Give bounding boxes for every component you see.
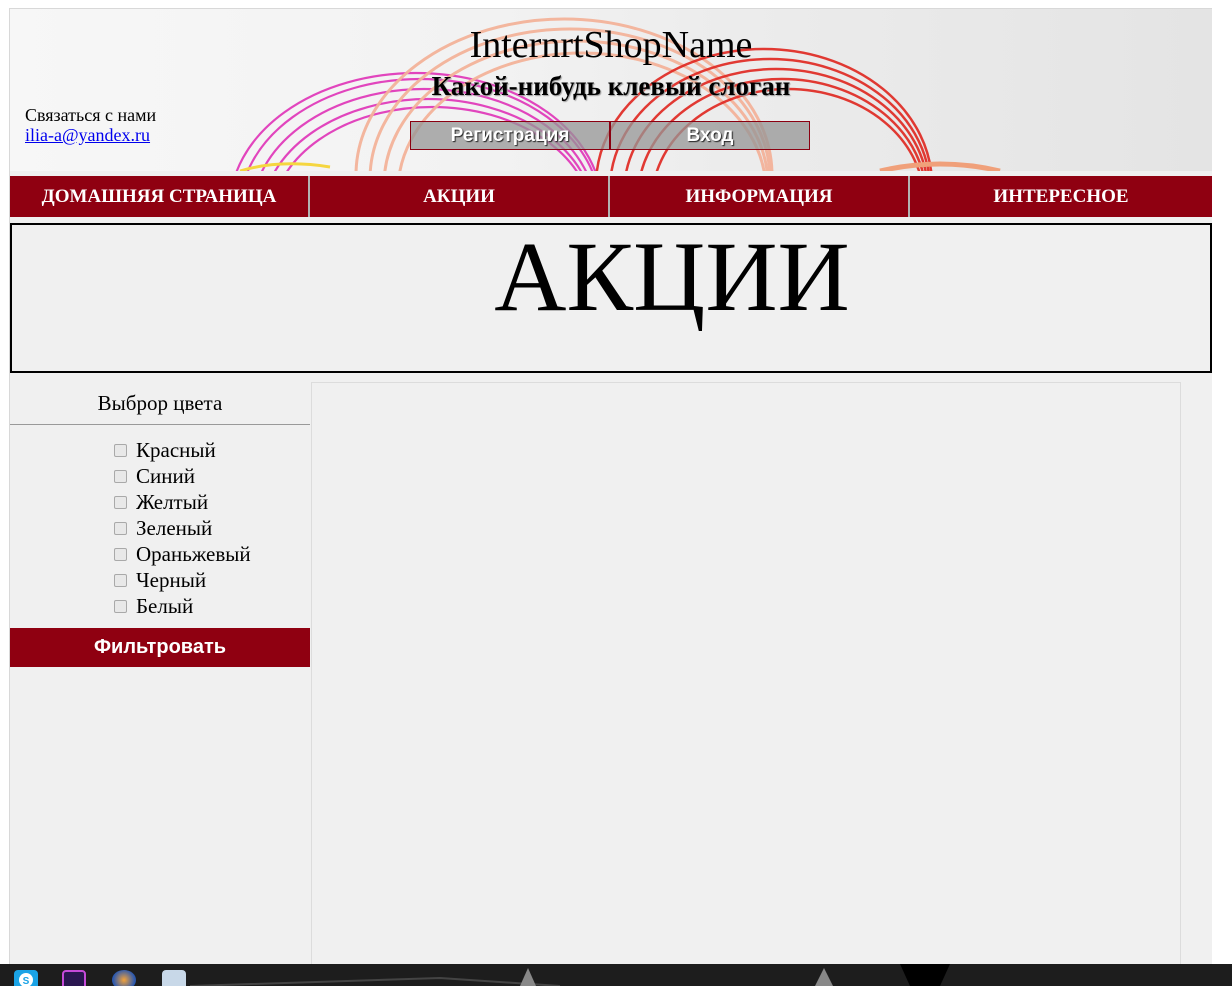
shop-name: InternrtShopName [469, 24, 753, 66]
color-option-label: Белый [136, 593, 194, 618]
color-option-yellow[interactable]: Желтый [114, 489, 310, 515]
page-container: InternrtShopName Какой-нибудь клевый сло… [9, 8, 1212, 964]
register-button[interactable]: Регистрация [410, 121, 610, 150]
contact-block: Связаться с нами ilia-a@yandex.ru [25, 105, 156, 145]
checkbox[interactable] [114, 495, 127, 509]
color-option-label: Синий [136, 463, 195, 488]
products-content-area [311, 382, 1181, 964]
contact-label: Связаться с нами [25, 105, 157, 125]
login-button[interactable]: Вход [610, 121, 810, 150]
nav-item-interesting[interactable]: ИНТЕРЕСНОЕ [910, 176, 1212, 217]
color-option-orange[interactable]: Ораньжевый [114, 541, 310, 567]
checkbox[interactable] [114, 521, 127, 535]
nav-item-information[interactable]: ИНФОРМАЦИЯ [610, 176, 910, 217]
contact-email-link[interactable]: ilia-a@yandex.ru [25, 125, 156, 145]
main-navigation: ДОМАШНЯЯ СТРАНИЦА АКЦИИ ИНФОРМАЦИЯ ИНТЕР… [10, 176, 1212, 217]
page-title: АКЦИИ [494, 221, 850, 332]
filter-title: Выброр цвета [10, 382, 310, 425]
color-option-black[interactable]: Черный [114, 567, 310, 593]
desktop-wallpaper-fragment [189, 964, 950, 986]
color-option-white[interactable]: Белый [114, 593, 310, 619]
nav-item-promotions[interactable]: АКЦИИ [310, 176, 610, 217]
checkbox[interactable] [114, 573, 127, 587]
taskbar: S [0, 964, 1232, 986]
site-header: InternrtShopName Какой-нибудь клевый сло… [10, 9, 1212, 171]
color-option-label: Желтый [136, 489, 209, 514]
color-option-label: Зеленый [136, 515, 213, 540]
color-checkbox-list: Красный Синий Желтый Зеленый Ораньжевый … [10, 425, 310, 619]
color-option-blue[interactable]: Синий [114, 463, 310, 489]
color-filter-sidebar: Выброр цвета Красный Синий Желтый Зелены… [10, 382, 310, 667]
page-banner: АКЦИИ [10, 221, 1212, 373]
checkbox[interactable] [114, 469, 127, 483]
color-option-label: Красный [136, 437, 216, 462]
filter-button[interactable]: Фильтровать [10, 628, 310, 667]
nav-item-home[interactable]: ДОМАШНЯЯ СТРАНИЦА [10, 176, 310, 217]
color-option-red[interactable]: Красный [114, 437, 310, 463]
color-option-green[interactable]: Зеленый [114, 515, 310, 541]
checkbox[interactable] [114, 443, 127, 457]
color-option-label: Черный [136, 567, 207, 592]
auth-buttons: Регистрация Вход [410, 121, 810, 150]
checkbox[interactable] [114, 599, 127, 613]
checkbox[interactable] [114, 547, 127, 561]
color-option-label: Ораньжевый [136, 541, 251, 566]
slogan: Какой-нибудь клевый слоган [431, 71, 791, 101]
